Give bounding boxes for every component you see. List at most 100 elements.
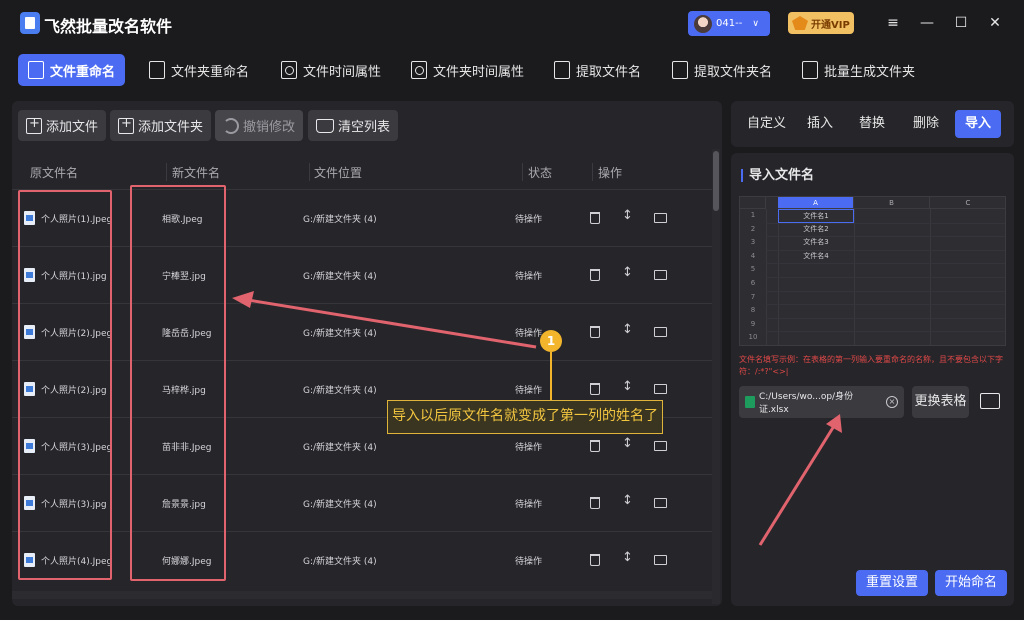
trash-icon[interactable]: [590, 554, 600, 566]
status: 待操作: [515, 557, 543, 567]
file-location: G:/新建文件夹 (4): [303, 557, 377, 567]
main-tabs: 文件重命名 文件夹重命名 文件时间属性 文件夹时间属性 提取文件名 提取文件夹名…: [12, 50, 1014, 90]
status: 待操作: [515, 500, 543, 510]
format-hint: 文件名填写示例：在表格的第一列输入要重命名的名称，且不要包含以下字符：/:*?"…: [739, 355, 1003, 376]
clear-list-label: 清空列表: [338, 120, 391, 135]
tab-import[interactable]: 导入: [955, 110, 1002, 138]
sheet-corner: [740, 197, 766, 209]
folder-icon[interactable]: [654, 441, 667, 451]
vip-button[interactable]: 开通VIP: [788, 12, 854, 34]
table-row[interactable]: 个人照片(3).jpg 詹景景.jpg G:/新建文件夹 (4) 待操作 ↕: [12, 474, 712, 531]
import-file-field[interactable]: C:/Users/wo...op/身份证.xlsx ×: [739, 386, 904, 418]
sheet-cell: 文件名1: [778, 209, 854, 223]
trash-icon[interactable]: [590, 212, 600, 224]
vip-label: 开通VIP: [811, 19, 850, 31]
tab-replace[interactable]: 替换: [849, 110, 895, 138]
grid-line: [766, 290, 1005, 292]
move-icon[interactable]: ↕: [622, 550, 633, 565]
basket-icon: [316, 118, 334, 133]
undo-button[interactable]: 撤销修改: [215, 110, 304, 141]
annotation-callout: 导入以后原文件名就变成了第一列的姓名了: [387, 400, 663, 434]
sheet-preview: A B C 1 2 3 4 5 6 7 8 9 10 文件名1 文件名2 文件名…: [739, 196, 1006, 346]
file-path: C:/Users/wo...op/身份证.xlsx: [758, 392, 854, 415]
horizontal-scrollbar[interactable]: [12, 591, 712, 599]
change-table-button[interactable]: 更换表格: [912, 386, 969, 418]
trash-icon[interactable]: [590, 269, 600, 281]
step-badge: 1: [540, 330, 562, 352]
extract-folder-icon: [672, 61, 688, 79]
move-icon[interactable]: ↕: [622, 208, 633, 223]
status: 待操作: [515, 329, 543, 339]
folder-icon[interactable]: [654, 327, 667, 337]
tab-label: 文件重命名: [50, 64, 116, 80]
section-title: 导入文件名: [741, 169, 814, 182]
tab-delete[interactable]: 删除: [903, 110, 949, 138]
sheet-col-a: A: [778, 197, 854, 209]
sheet-col-b: B: [854, 197, 930, 209]
move-icon[interactable]: ↕: [622, 265, 633, 280]
add-folder-icon: [118, 116, 134, 134]
tab-batch-create-folders[interactable]: 批量生成文件夹: [792, 54, 925, 86]
trash-icon[interactable]: [590, 497, 600, 509]
app-title: 飞然批量改名软件: [44, 17, 173, 36]
table-row[interactable]: 个人照片(1).Jpeg 相歌.Jpeg G:/新建文件夹 (4) 待操作 ↕: [12, 189, 712, 246]
sheet-row-number: 7: [750, 292, 756, 301]
avatar: [694, 14, 712, 33]
tab-label: 提取文件夹名: [694, 64, 773, 80]
sheet-row-number: 5: [750, 265, 756, 274]
sheet-row-number: 2: [750, 224, 756, 233]
table-row[interactable]: 个人照片(2).Jpeg 隆岳岳.Jpeg G:/新建文件夹 (4) 待操作 ↕: [12, 303, 712, 360]
undo-label: 撤销修改: [243, 120, 296, 135]
add-folder-button[interactable]: 添加文件夹: [110, 110, 212, 141]
maximize-button[interactable]: ☐: [952, 14, 970, 32]
folder-icon[interactable]: [654, 498, 667, 508]
move-icon[interactable]: ↕: [622, 379, 633, 394]
table-row[interactable]: 个人照片(4).Jpeg 何娜娜.Jpeg G:/新建文件夹 (4) 待操作 ↕: [12, 531, 712, 588]
sheet-cell: 文件名2: [803, 224, 829, 233]
import-panel: 导入文件名 A B C 1 2 3 4 5 6 7 8 9 10 文件名1 文件…: [731, 153, 1014, 606]
tab-label: 提取文件名: [576, 64, 642, 80]
tab-extract-file-name[interactable]: 提取文件名: [544, 54, 651, 86]
open-folder-icon[interactable]: [980, 393, 1000, 409]
tab-insert[interactable]: 插入: [797, 110, 843, 138]
file-location: G:/新建文件夹 (4): [303, 500, 377, 510]
move-icon[interactable]: ↕: [622, 436, 633, 451]
sheet-row-number: 9: [750, 319, 756, 328]
status: 待操作: [515, 215, 543, 225]
folder-icon[interactable]: [654, 213, 667, 223]
close-button[interactable]: ✕: [986, 14, 1004, 32]
trash-icon[interactable]: [590, 440, 600, 452]
menu-button[interactable]: ≡: [884, 14, 902, 32]
tab-label: 文件夹时间属性: [433, 64, 525, 80]
sheet-col-c: C: [930, 197, 1005, 209]
tab-folder-time[interactable]: 文件夹时间属性: [401, 54, 534, 86]
trash-icon[interactable]: [590, 326, 600, 338]
move-icon[interactable]: ↕: [622, 322, 633, 337]
folder-icon[interactable]: [654, 384, 667, 394]
tab-extract-folder-name[interactable]: 提取文件夹名: [662, 54, 782, 86]
user-name: 041--: [716, 18, 743, 29]
col-status: 状态: [528, 166, 553, 180]
clear-list-button[interactable]: 清空列表: [308, 110, 399, 141]
folder-icon[interactable]: [654, 555, 667, 565]
add-file-button[interactable]: 添加文件: [18, 110, 107, 141]
table-header: 原文件名 新文件名 文件位置 状态 操作: [12, 157, 712, 189]
undo-icon: [223, 117, 239, 134]
scroll-thumb[interactable]: [713, 151, 719, 211]
minimize-button[interactable]: —: [918, 14, 936, 32]
folder-icon[interactable]: [654, 270, 667, 280]
tab-file-rename[interactable]: 文件重命名: [18, 54, 126, 86]
move-icon[interactable]: ↕: [622, 493, 633, 508]
trash-icon[interactable]: [590, 383, 600, 395]
tab-folder-rename[interactable]: 文件夹重命名: [139, 54, 259, 86]
vertical-scrollbar[interactable]: [712, 149, 720, 604]
tab-custom[interactable]: 自定义: [737, 110, 796, 138]
clock-folder-icon: [411, 61, 427, 79]
grid-line: [766, 263, 1005, 265]
user-account-button[interactable]: 041-- ∨: [688, 11, 770, 36]
table-row[interactable]: 个人照片(1).jpg 宁棒翌.jpg G:/新建文件夹 (4) 待操作 ↕: [12, 246, 712, 303]
clear-icon[interactable]: ×: [886, 396, 898, 408]
tab-file-time[interactable]: 文件时间属性: [271, 54, 391, 86]
reset-button[interactable]: 重置设置: [856, 570, 929, 596]
start-rename-button[interactable]: 开始命名: [935, 570, 1008, 596]
